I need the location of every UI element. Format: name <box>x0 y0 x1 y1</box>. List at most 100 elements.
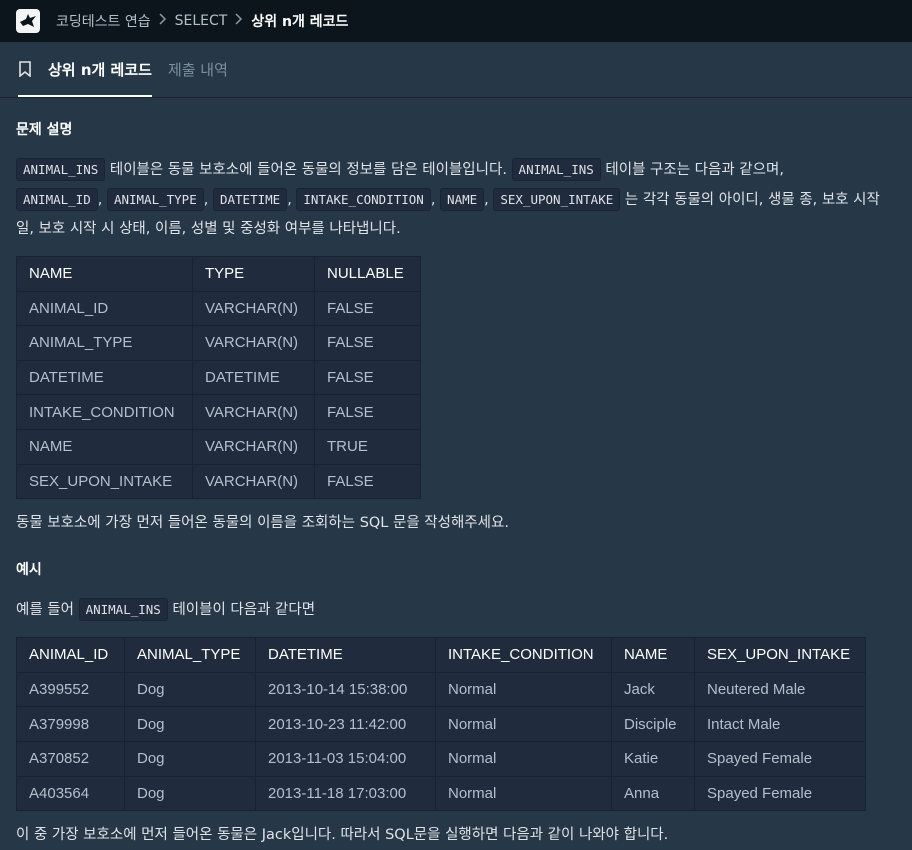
table-cell: Normal <box>435 671 612 708</box>
table-row: NAME VARCHAR(N) TRUE <box>16 428 421 465</box>
table-cell: DATETIME <box>16 359 193 396</box>
text: 테이블 구조는 다음과 같으며, <box>600 162 784 178</box>
table-header-row: ANIMAL_ID ANIMAL_TYPE DATETIME INTAKE_CO… <box>16 637 866 673</box>
inline-code: ANIMAL_TYPE <box>106 188 204 211</box>
table-cell: Dog <box>124 671 256 708</box>
table-cell: Jack <box>611 671 695 708</box>
table-header: SEX_UPON_INTAKE <box>694 637 866 673</box>
schema-table-body: ANIMAL_ID VARCHAR(N) FALSE ANIMAL_TYPE VARCH… <box>16 290 421 500</box>
inline-code: NAME <box>440 188 485 211</box>
table-cell: Disciple <box>611 706 695 742</box>
breadcrumb-item-coding-test[interactable]: 코딩테스트 연습 <box>56 11 151 31</box>
table-cell: VARCHAR(N) <box>192 325 315 361</box>
table-cell: VARCHAR(N) <box>192 290 315 327</box>
table-row: A403564 Dog 2013-11-18 17:03:00 Normal Anna S… <box>16 775 866 812</box>
table-cell: Normal <box>435 775 612 812</box>
text: , <box>430 192 441 208</box>
text: 테이블은 동물 보호소에 들어온 동물의 정보를 담은 테이블입니다. <box>105 162 512 178</box>
section-title-example: 예시 <box>16 562 42 579</box>
table-row: ANIMAL_ID VARCHAR(N) FALSE <box>16 290 421 327</box>
table-row: ANIMAL_TYPE VARCHAR(N) FALSE <box>16 325 421 361</box>
table-header: ANIMAL_TYPE <box>124 637 256 673</box>
table-cell: VARCHAR(N) <box>192 463 315 500</box>
table-cell: Normal <box>435 706 612 742</box>
inline-code: SEX_UPON_INTAKE <box>493 188 621 211</box>
breadcrumb-item-current: 상위 n개 레코드 <box>251 14 349 30</box>
top-navigation-bar: 코딩테스트 연습 SELECT 상위 n개 레코드 <box>0 0 912 42</box>
table-cell: 2013-10-23 11:42:00 <box>255 706 436 742</box>
table-cell: Neutered Male <box>694 671 866 708</box>
question-paragraph: 동물 보호소에 가장 먼저 들어온 동물의 이름을 조회하는 SQL 문을 작성… <box>16 515 509 532</box>
table-header: ANIMAL_ID <box>16 637 125 673</box>
example-table: ANIMAL_ID ANIMAL_TYPE DATETIME INTAKE_CO… <box>16 637 866 812</box>
table-cell: SEX_UPON_INTAKE <box>16 463 193 500</box>
table-cell: 2013-10-14 15:38:00 <box>255 671 436 708</box>
problem-description: 문제 설명 ANIMAL_INS 테이블은 동물 보호소에 들어온 동물의 정보… <box>0 98 912 850</box>
table-cell: VARCHAR(N) <box>192 394 315 430</box>
example-intro: 예를 들어 ANIMAL_INS 테이블이 다음과 같다면 <box>16 595 896 625</box>
table-cell: FALSE <box>314 325 421 361</box>
inline-code: ANIMAL_INS <box>16 158 106 181</box>
table-cell: Dog <box>124 740 256 777</box>
table-cell: A379998 <box>16 706 125 742</box>
tab-problem[interactable]: 상위 n개 레코드 <box>18 41 152 97</box>
table-cell: Anna <box>611 775 695 812</box>
table-cell: INTAKE_CONDITION <box>16 394 193 430</box>
inline-code: DATETIME <box>212 188 288 211</box>
table-row: SEX_UPON_INTAKE VARCHAR(N) FALSE <box>16 463 421 500</box>
table-cell: Spayed Female <box>694 740 866 777</box>
table-header: NAME <box>611 637 695 673</box>
breadcrumb-item-select[interactable]: SELECT <box>175 13 228 29</box>
table-cell: DATETIME <box>192 359 315 396</box>
text: 예를 들어 <box>16 602 79 619</box>
table-cell: Normal <box>435 740 612 777</box>
tab-submission-label: 제출 내역 <box>167 60 228 79</box>
table-cell: A403564 <box>16 775 125 812</box>
table-row: A370852 Dog 2013-11-03 15:04:00 Normal Katie… <box>16 740 866 777</box>
inline-code: ANIMAL_ID <box>16 188 98 211</box>
table-cell: A399552 <box>16 671 125 708</box>
table-header-row: NAME TYPE NULLABLE <box>16 256 421 292</box>
table-cell: TRUE <box>314 428 421 465</box>
table-row: A399552 Dog 2013-10-14 15:38:00 Normal Jack N… <box>16 671 866 708</box>
inline-code: ANIMAL_INS <box>78 598 168 622</box>
text: , <box>484 192 494 208</box>
bookmark-icon[interactable] <box>18 61 32 78</box>
schema-table: NAME TYPE NULLABLE ANIMAL_ID VARCHAR(N) FA… <box>16 256 421 500</box>
table-cell: Dog <box>124 706 256 742</box>
table-cell: 2013-11-18 17:03:00 <box>255 775 436 812</box>
tab-problem-label: 상위 n개 레코드 <box>48 60 152 79</box>
table-cell: ANIMAL_ID <box>16 290 193 327</box>
inline-code: ANIMAL_INS <box>511 158 601 181</box>
text: , <box>203 192 213 208</box>
table-cell: 2013-11-03 15:04:00 <box>255 740 436 777</box>
description-paragraph: ANIMAL_INS 테이블은 동물 보호소에 들어온 동물의 정보를 담은 테… <box>16 155 896 244</box>
problem-tabs: 상위 n개 레코드 제출 내역 <box>0 42 912 98</box>
table-cell: ANIMAL_TYPE <box>16 325 193 361</box>
section-title-description: 문제 설명 <box>16 122 73 138</box>
table-cell: Katie <box>611 740 695 777</box>
table-cell: FALSE <box>314 463 421 500</box>
inline-code: INTAKE_CONDITION <box>296 188 431 211</box>
table-header: INTAKE_CONDITION <box>435 637 612 673</box>
tab-submission-history[interactable]: 제출 내역 <box>168 41 228 97</box>
result-paragraph: 이 중 가장 보호소에 먼저 들어온 동물은 Jack입니다. 따라서 SQL문… <box>16 827 669 844</box>
chevron-right-icon <box>235 13 243 29</box>
table-cell: NAME <box>16 428 193 465</box>
table-row: A379998 Dog 2013-10-23 11:42:00 Normal Disci… <box>16 706 866 742</box>
table-cell: Intact Male <box>694 706 866 742</box>
table-cell: Spayed Female <box>694 775 866 812</box>
table-header: NULLABLE <box>314 256 421 292</box>
breadcrumb: 코딩테스트 연습 SELECT 상위 n개 레코드 <box>56 11 348 31</box>
table-cell: FALSE <box>314 359 421 396</box>
table-row: DATETIME DATETIME FALSE <box>16 359 421 396</box>
table-cell: FALSE <box>314 394 421 430</box>
table-header: NAME <box>16 256 193 292</box>
table-header: TYPE <box>192 256 315 292</box>
table-cell: A370852 <box>16 740 125 777</box>
table-row: INTAKE_CONDITION VARCHAR(N) FALSE <box>16 394 421 430</box>
chevron-right-icon <box>159 13 167 29</box>
example-table-body: A399552 Dog 2013-10-14 15:38:00 Normal Jack N… <box>16 671 866 812</box>
table-cell: VARCHAR(N) <box>192 428 315 465</box>
bird-logo-icon[interactable] <box>16 9 40 33</box>
